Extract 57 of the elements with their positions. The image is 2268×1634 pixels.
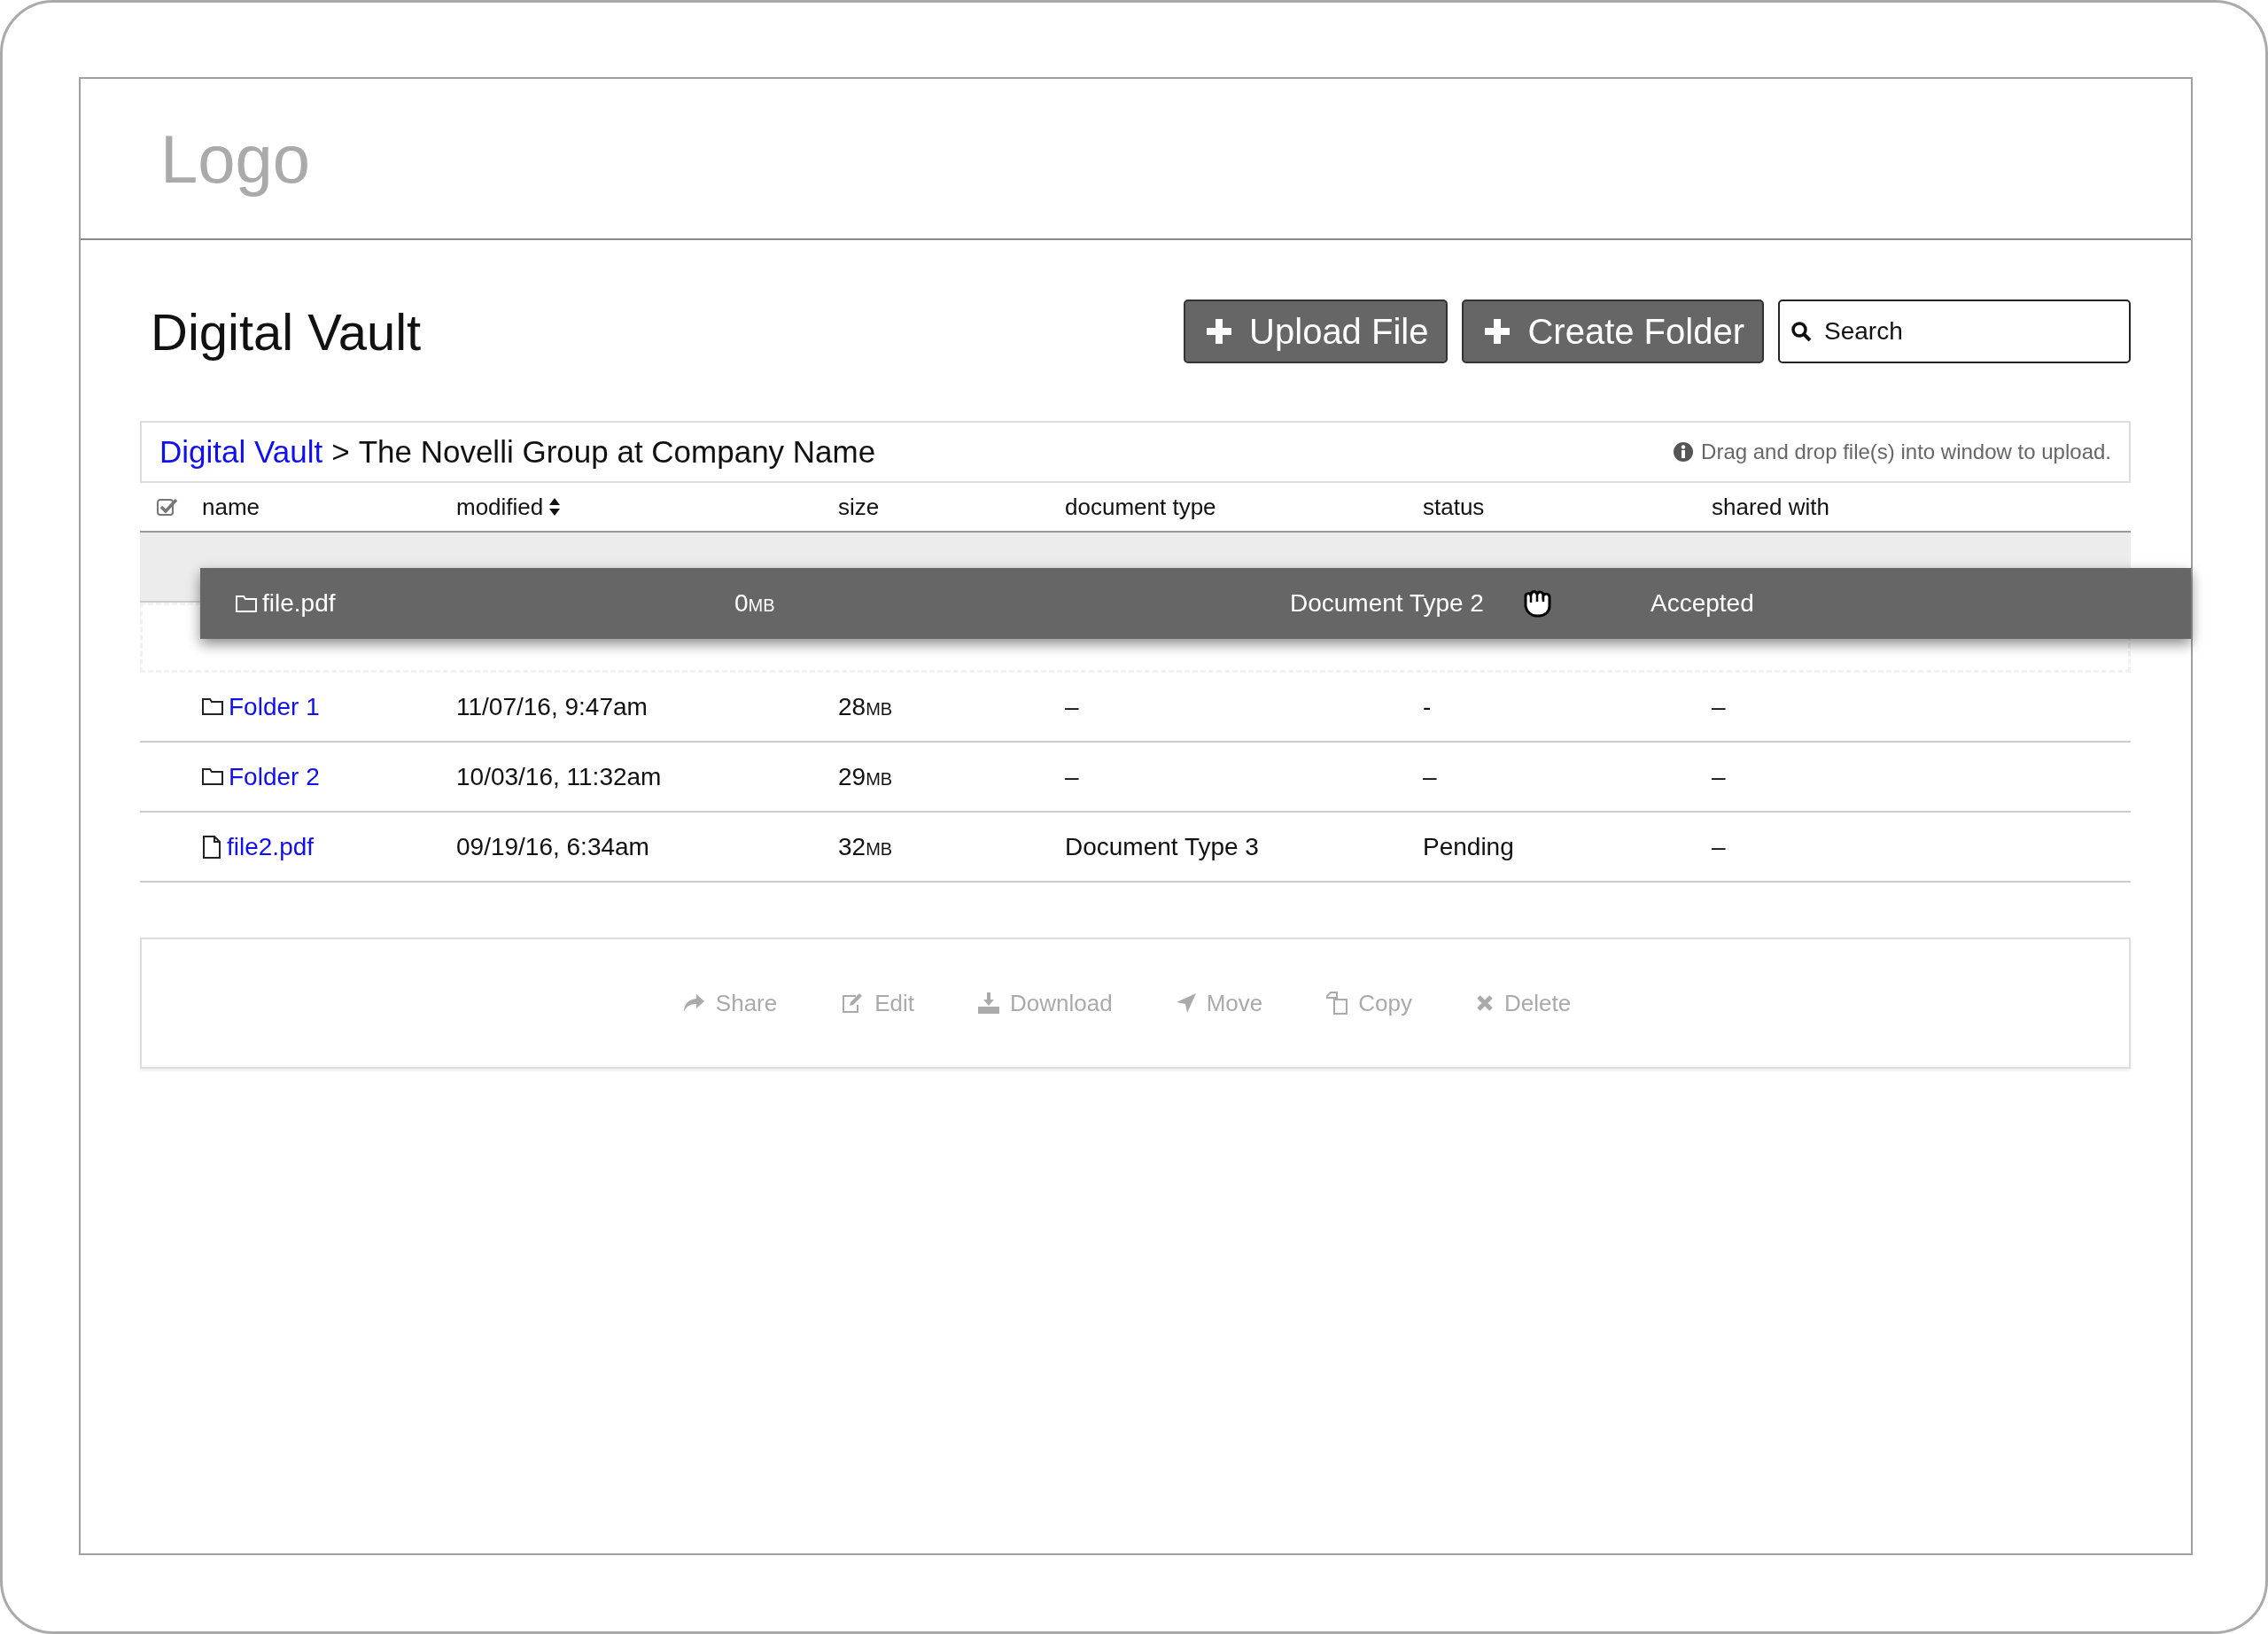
date-cell-text: 11/07/16, 9:47am	[456, 692, 649, 721]
breadcrumb-current: The Novelli Group at Company Name	[358, 434, 876, 470]
paper-plane-icon	[1176, 993, 1196, 1013]
size-cell-text: 29MB	[838, 762, 894, 791]
document-type-cell-text: Document Type 3	[1065, 832, 1260, 861]
search-field[interactable]: Search	[1778, 300, 2131, 363]
item-link[interactable]: file2.pdf	[227, 832, 315, 861]
dragged-document-type: Document Type 2	[1290, 589, 1484, 618]
page-title: Digital Vault	[151, 301, 423, 362]
breadcrumb-separator: >	[331, 434, 350, 470]
upload-hint: Drag and drop file(s) into window to upload.	[1701, 440, 2111, 464]
download-icon	[978, 992, 1000, 1014]
column-header: size	[838, 493, 880, 521]
checkbox[interactable]	[157, 497, 178, 517]
column-header: shared with	[1712, 493, 1829, 521]
column-header: name	[202, 493, 260, 521]
column-header: document type	[1065, 493, 1216, 521]
plus-icon	[1485, 319, 1511, 344]
copy-icon	[1326, 992, 1348, 1015]
date-cell-text: 10/03/16, 11:32am	[456, 762, 663, 791]
column-header[interactable]: modified	[456, 493, 562, 521]
logo: Logo	[160, 120, 311, 198]
document-type-cell-text: –	[1065, 762, 1080, 791]
sort-icon	[548, 497, 562, 517]
share-arrow-icon	[681, 992, 705, 1014]
folder-icon	[202, 698, 223, 715]
item-link[interactable]: Folder 2	[229, 762, 320, 791]
toolbar-button[interactable]: Upload File	[1184, 300, 1449, 363]
item-link[interactable]: Folder 1	[229, 692, 320, 721]
shared-cell-text: –	[1712, 762, 1727, 791]
table-row[interactable]: file2.pdf 09/19/16, 6:34am 32MB Document Type 3 Pending –	[140, 813, 2131, 883]
column-header: status	[1423, 493, 1485, 521]
status-cell-text: Pending	[1423, 832, 1515, 861]
date-cell-text: 09/19/16, 6:34am	[456, 832, 650, 861]
dragged-name: file.pdf	[262, 589, 336, 618]
document-type-cell-text: –	[1065, 692, 1080, 721]
dragged-size: 0MB	[734, 589, 775, 618]
size-cell-text: 32MB	[838, 832, 894, 861]
file-icon	[202, 835, 221, 859]
breadcrumb-link[interactable]: Digital Vault	[159, 434, 323, 470]
size-cell-text: 28MB	[838, 692, 894, 721]
folder-icon	[236, 595, 257, 612]
shared-cell-text: –	[1712, 692, 1727, 721]
status-cell-text: -	[1423, 692, 1433, 721]
edit-icon	[841, 992, 865, 1014]
dragged-status: Accepted	[1651, 589, 1754, 618]
shared-cell-text: –	[1712, 832, 1727, 861]
table-row[interactable]: Folder 2 10/03/16, 11:32am 29MB – – –	[140, 743, 2131, 813]
search-icon	[1790, 321, 1812, 342]
status-cell-text: –	[1423, 762, 1438, 791]
close-icon	[1476, 994, 1494, 1012]
info-icon	[1673, 441, 1695, 463]
folder-icon	[202, 768, 223, 785]
toolbar-button[interactable]: Create Folder	[1462, 300, 1764, 363]
table-row[interactable]: Folder 1 11/07/16, 9:47am 28MB – - –	[140, 673, 2131, 743]
dragged-row-tooltip[interactable]: file.pdf 0MB Document Type 2 Accepted	[200, 568, 2191, 639]
plus-icon	[1207, 319, 1232, 344]
